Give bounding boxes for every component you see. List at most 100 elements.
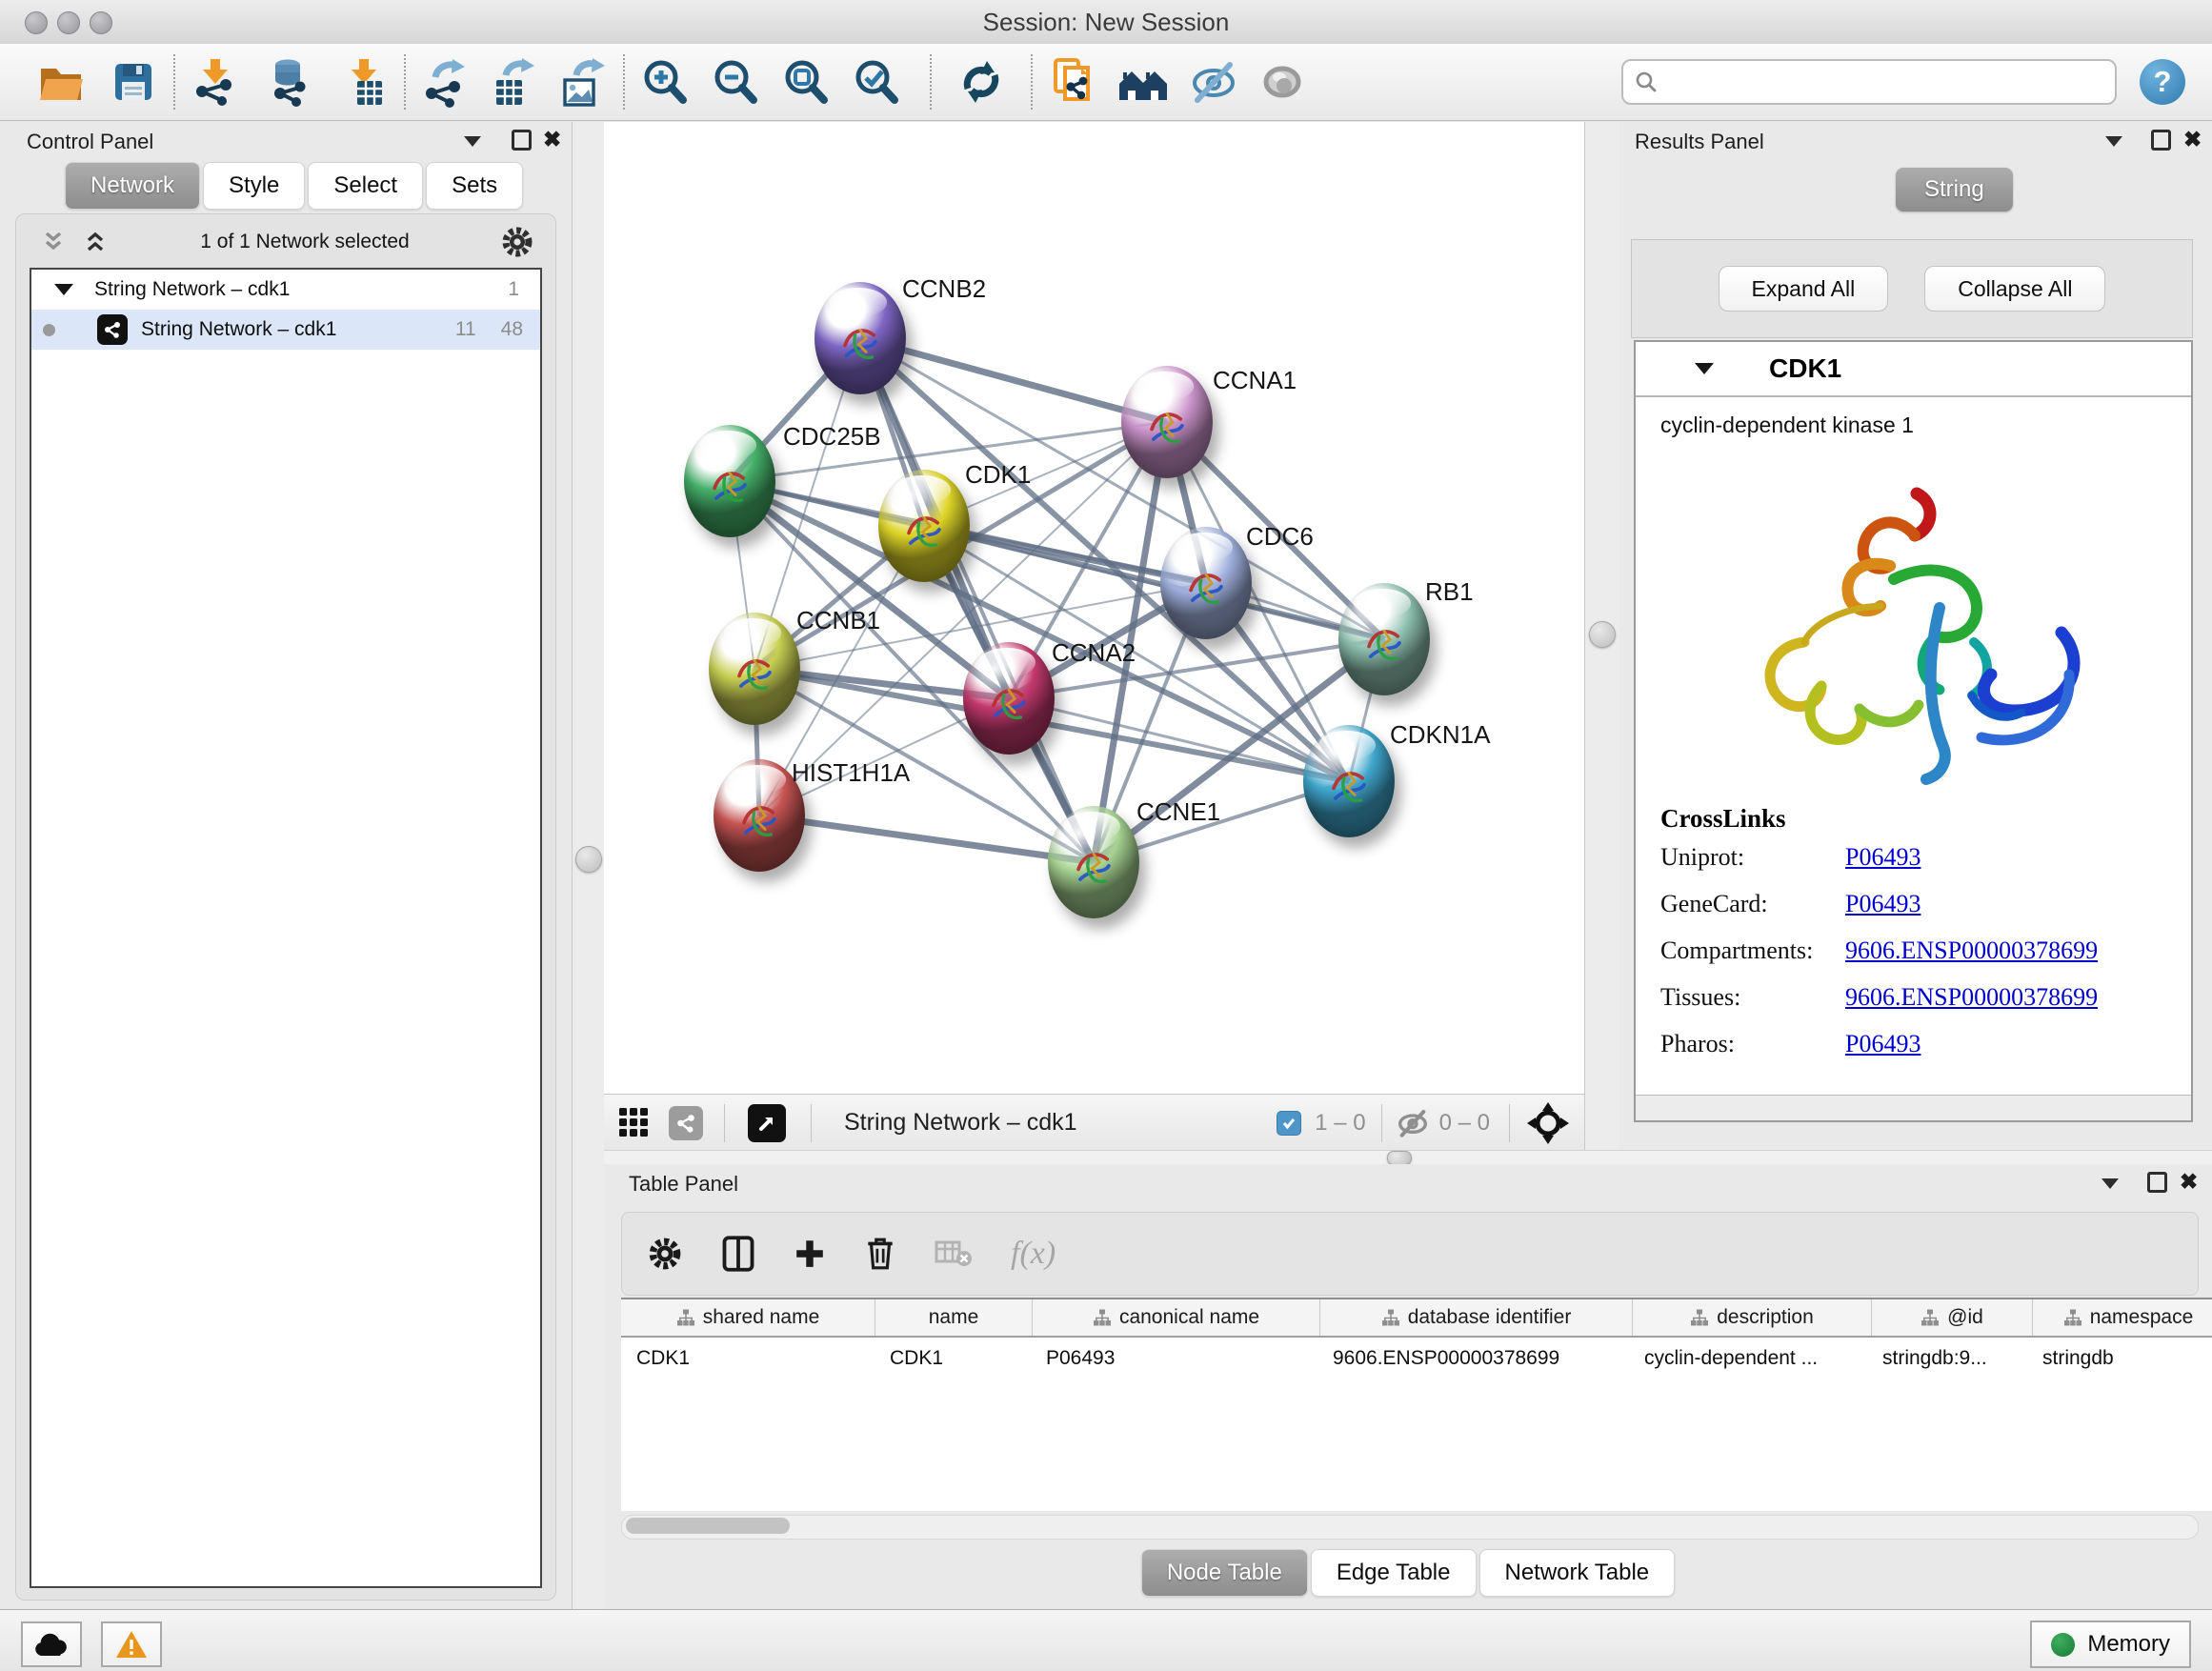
- search-input[interactable]: [1665, 69, 2103, 95]
- add-column-icon[interactable]: [794, 1238, 826, 1270]
- selected-checkbox[interactable]: [1277, 1111, 1301, 1136]
- tab-network[interactable]: Network: [65, 162, 200, 210]
- table-cell[interactable]: cyclin-dependent ...: [1629, 1347, 1867, 1370]
- zoom-fit-button[interactable]: [777, 52, 835, 111]
- expand-all-icon[interactable]: [81, 228, 110, 256]
- zoom-in-button[interactable]: [636, 52, 694, 111]
- import-database-button[interactable]: [261, 52, 318, 111]
- export-network-button[interactable]: [417, 52, 474, 111]
- node-cdkn1a[interactable]: [1303, 725, 1395, 837]
- crosslink-link[interactable]: 9606.ENSP00000378699: [1845, 936, 2098, 965]
- node-rb1[interactable]: [1338, 583, 1430, 695]
- cloud-status-button[interactable]: [21, 1621, 82, 1667]
- node-table[interactable]: shared namename canonical name database …: [621, 1298, 2212, 1511]
- memory-button[interactable]: Memory: [2030, 1621, 2191, 1668]
- import-network-button[interactable]: [187, 52, 244, 111]
- network-view[interactable]: CCNB2CCNA1CDC25BCDK1CDC6RB1CCNB1CCNA2CDK…: [604, 122, 1584, 1094]
- close-panel-icon[interactable]: ✖: [2180, 1171, 2198, 1193]
- panel-menu-caret-icon[interactable]: [2101, 1178, 2119, 1189]
- node-ccna1[interactable]: [1121, 366, 1213, 478]
- vertical-splitter[interactable]: [572, 122, 605, 1610]
- network-edge[interactable]: [759, 815, 1094, 862]
- float-panel-icon[interactable]: [512, 130, 532, 151]
- collapse-all-icon[interactable]: [39, 228, 68, 256]
- column-header-name[interactable]: name: [875, 1299, 1033, 1336]
- node-cdk1[interactable]: [878, 470, 970, 582]
- toolbar-separator: [404, 54, 406, 110]
- open-in-window-button[interactable]: [748, 1104, 786, 1142]
- vertical-splitter[interactable]: [1584, 122, 1620, 1150]
- column-header-canonical-name[interactable]: canonical name: [1033, 1299, 1320, 1336]
- gear-icon[interactable]: [500, 225, 534, 259]
- hide-panel-button[interactable]: [1185, 52, 1242, 111]
- warning-status-button[interactable]: [101, 1621, 162, 1667]
- splitter-handle[interactable]: [575, 846, 602, 873]
- table-tab-network-table[interactable]: Network Table: [1479, 1549, 1676, 1597]
- column-header-description[interactable]: description: [1633, 1299, 1872, 1336]
- show-eye-button[interactable]: [1254, 52, 1311, 111]
- crosslink-link[interactable]: 9606.ENSP00000378699: [1845, 983, 2098, 1012]
- table-tab-node-table[interactable]: Node Table: [1141, 1549, 1308, 1597]
- help-button[interactable]: ?: [2140, 59, 2185, 105]
- collapse-all-button[interactable]: Collapse All: [1924, 266, 2105, 312]
- zoom-out-button[interactable]: [707, 52, 764, 111]
- table-horizontal-scrollbar[interactable]: [621, 1515, 2199, 1540]
- tab-string[interactable]: String: [1896, 168, 2013, 211]
- table-cell[interactable]: stringdb: [2027, 1347, 2212, 1370]
- network-badge-icon[interactable]: [669, 1106, 703, 1140]
- panel-menu-caret-icon[interactable]: [2105, 136, 2122, 147]
- crosslink-link[interactable]: P06493: [1845, 890, 1920, 918]
- close-panel-icon[interactable]: ✖: [2183, 129, 2202, 151]
- node-ccna2[interactable]: [963, 642, 1055, 755]
- scrollbar-thumb[interactable]: [626, 1518, 790, 1534]
- birds-eye-icon[interactable]: [1527, 1102, 1569, 1144]
- home-networks-button[interactable]: [1115, 52, 1172, 111]
- collapse-section-icon[interactable]: [1695, 363, 1714, 374]
- float-panel-icon[interactable]: [2147, 1172, 2167, 1193]
- table-tab-edge-table[interactable]: Edge Table: [1311, 1549, 1477, 1597]
- network-collection-row[interactable]: String Network – cdk1 1: [31, 270, 540, 310]
- open-session-button[interactable]: [32, 52, 90, 111]
- zoom-selected-button[interactable]: [848, 52, 905, 111]
- network-row[interactable]: String Network – cdk1 11 48: [31, 310, 540, 350]
- node-ccnb1[interactable]: [709, 613, 800, 725]
- node-cdc25b[interactable]: [684, 425, 775, 537]
- tree-expand-icon[interactable]: [54, 284, 73, 295]
- save-session-button[interactable]: [105, 52, 162, 111]
- splitter-handle[interactable]: [1589, 621, 1616, 648]
- expand-all-button[interactable]: Expand All: [1719, 266, 1889, 312]
- gene-header-row[interactable]: CDK1: [1636, 342, 2191, 397]
- apply-layout-button[interactable]: [953, 52, 1010, 111]
- tab-select[interactable]: Select: [308, 162, 423, 210]
- table-cell[interactable]: stringdb:9...: [1867, 1347, 2027, 1370]
- table-cell[interactable]: CDK1: [875, 1347, 1031, 1370]
- grid-view-icon[interactable]: [617, 1106, 652, 1140]
- gear-icon[interactable]: [647, 1236, 683, 1272]
- columns-icon[interactable]: [721, 1236, 755, 1272]
- column-header-shared-name[interactable]: shared name: [621, 1299, 875, 1336]
- column-header-namespace[interactable]: namespace: [2033, 1299, 2212, 1336]
- delete-column-icon[interactable]: [864, 1236, 896, 1272]
- node-ccne1[interactable]: [1048, 806, 1139, 918]
- float-panel-icon[interactable]: [2151, 130, 2171, 151]
- tab-sets[interactable]: Sets: [426, 162, 523, 210]
- column-header--id[interactable]: @id: [1872, 1299, 2033, 1336]
- import-table-button[interactable]: [335, 52, 392, 111]
- crosslink-link[interactable]: P06493: [1845, 1030, 1920, 1058]
- table-row[interactable]: CDK1CDK1P064939606.ENSP00000378699cyclin…: [621, 1338, 2212, 1379]
- export-table-button[interactable]: [486, 52, 543, 111]
- export-image-button[interactable]: [554, 52, 612, 111]
- string-import-button[interactable]: [1044, 52, 1101, 111]
- node-ccnb2[interactable]: [814, 282, 906, 394]
- column-header-database-identifier[interactable]: database identifier: [1320, 1299, 1633, 1336]
- node-cdc6[interactable]: [1160, 527, 1252, 639]
- panel-menu-caret-icon[interactable]: [464, 136, 481, 147]
- splitter-handle[interactable]: [1387, 1151, 1412, 1165]
- table-cell[interactable]: CDK1: [621, 1347, 875, 1370]
- table-cell[interactable]: 9606.ENSP00000378699: [1317, 1347, 1629, 1370]
- crosslink-link[interactable]: P06493: [1845, 843, 1920, 872]
- tab-style[interactable]: Style: [203, 162, 305, 210]
- close-panel-icon[interactable]: ✖: [543, 129, 561, 151]
- table-cell[interactable]: P06493: [1031, 1347, 1317, 1370]
- network-edge[interactable]: [924, 526, 1384, 639]
